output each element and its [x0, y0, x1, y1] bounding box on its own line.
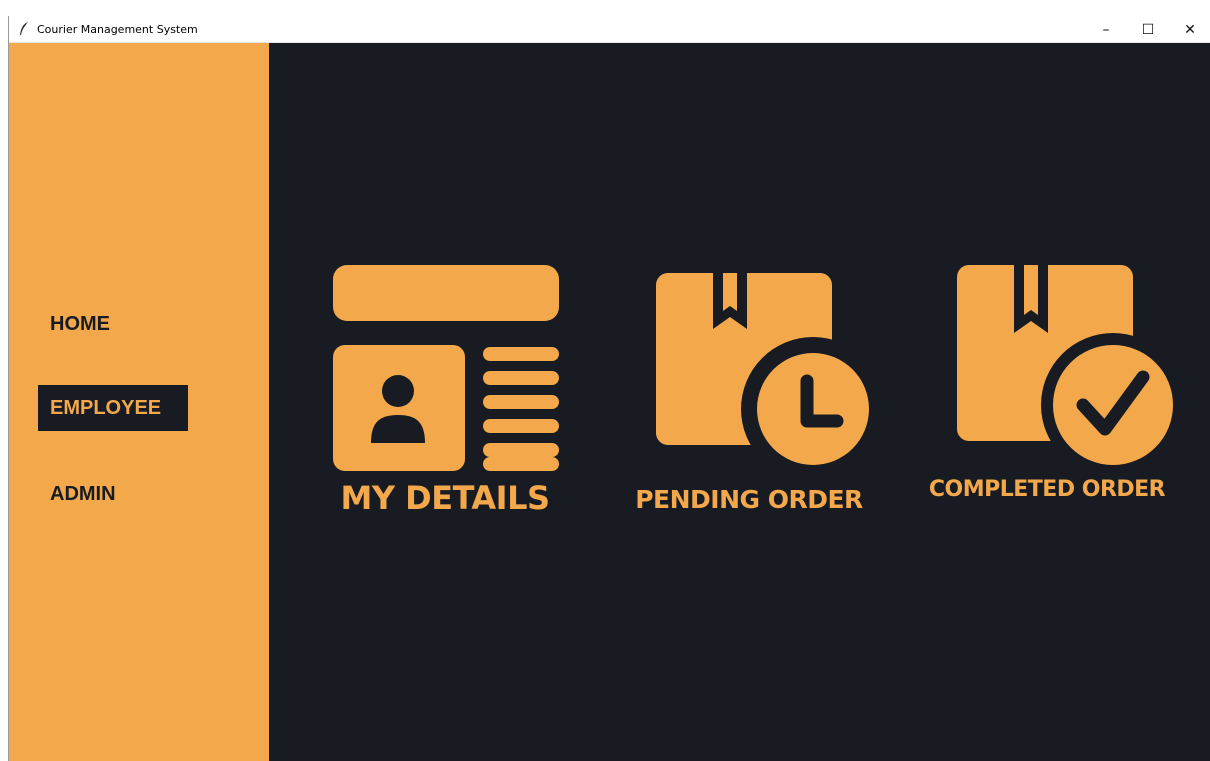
minimize-button[interactable]: – — [1085, 16, 1127, 43]
sidebar-item-admin[interactable]: ADMIN — [38, 471, 128, 517]
id-card-icon — [333, 265, 559, 471]
desktop-background — [0, 0, 1210, 16]
package-clock-icon — [656, 273, 879, 481]
maximize-button[interactable]: ☐ — [1127, 16, 1169, 43]
title-bar[interactable]: Courier Management System – ☐ ✕ — [9, 16, 1210, 43]
window-title: Courier Management System — [37, 22, 198, 36]
app-window: Courier Management System – ☐ ✕ HOME EMP… — [8, 16, 1210, 761]
sidebar-item-employee[interactable]: EMPLOYEE — [38, 385, 188, 431]
completed-order-label: COMPLETED ORDER — [928, 477, 1166, 502]
package-check-icon — [957, 265, 1177, 475]
sidebar: HOME EMPLOYEE ADMIN — [9, 43, 269, 761]
main-content: HOME EMPLOYEE ADMIN MY DETAILS PENDING O… — [9, 43, 1210, 761]
close-button[interactable]: ✕ — [1169, 16, 1210, 43]
my-details-tile[interactable]: MY DETAILS — [325, 265, 565, 545]
my-details-label: MY DETAILS — [340, 479, 550, 517]
window-controls: – ☐ ✕ — [1085, 16, 1210, 43]
pending-order-label: PENDING ORDER — [635, 485, 863, 514]
feather-icon — [17, 22, 31, 36]
pending-order-tile[interactable]: PENDING ORDER — [619, 273, 879, 533]
sidebar-item-home[interactable]: HOME — [38, 301, 122, 347]
completed-order-tile[interactable]: COMPLETED ORDER — [917, 265, 1177, 535]
